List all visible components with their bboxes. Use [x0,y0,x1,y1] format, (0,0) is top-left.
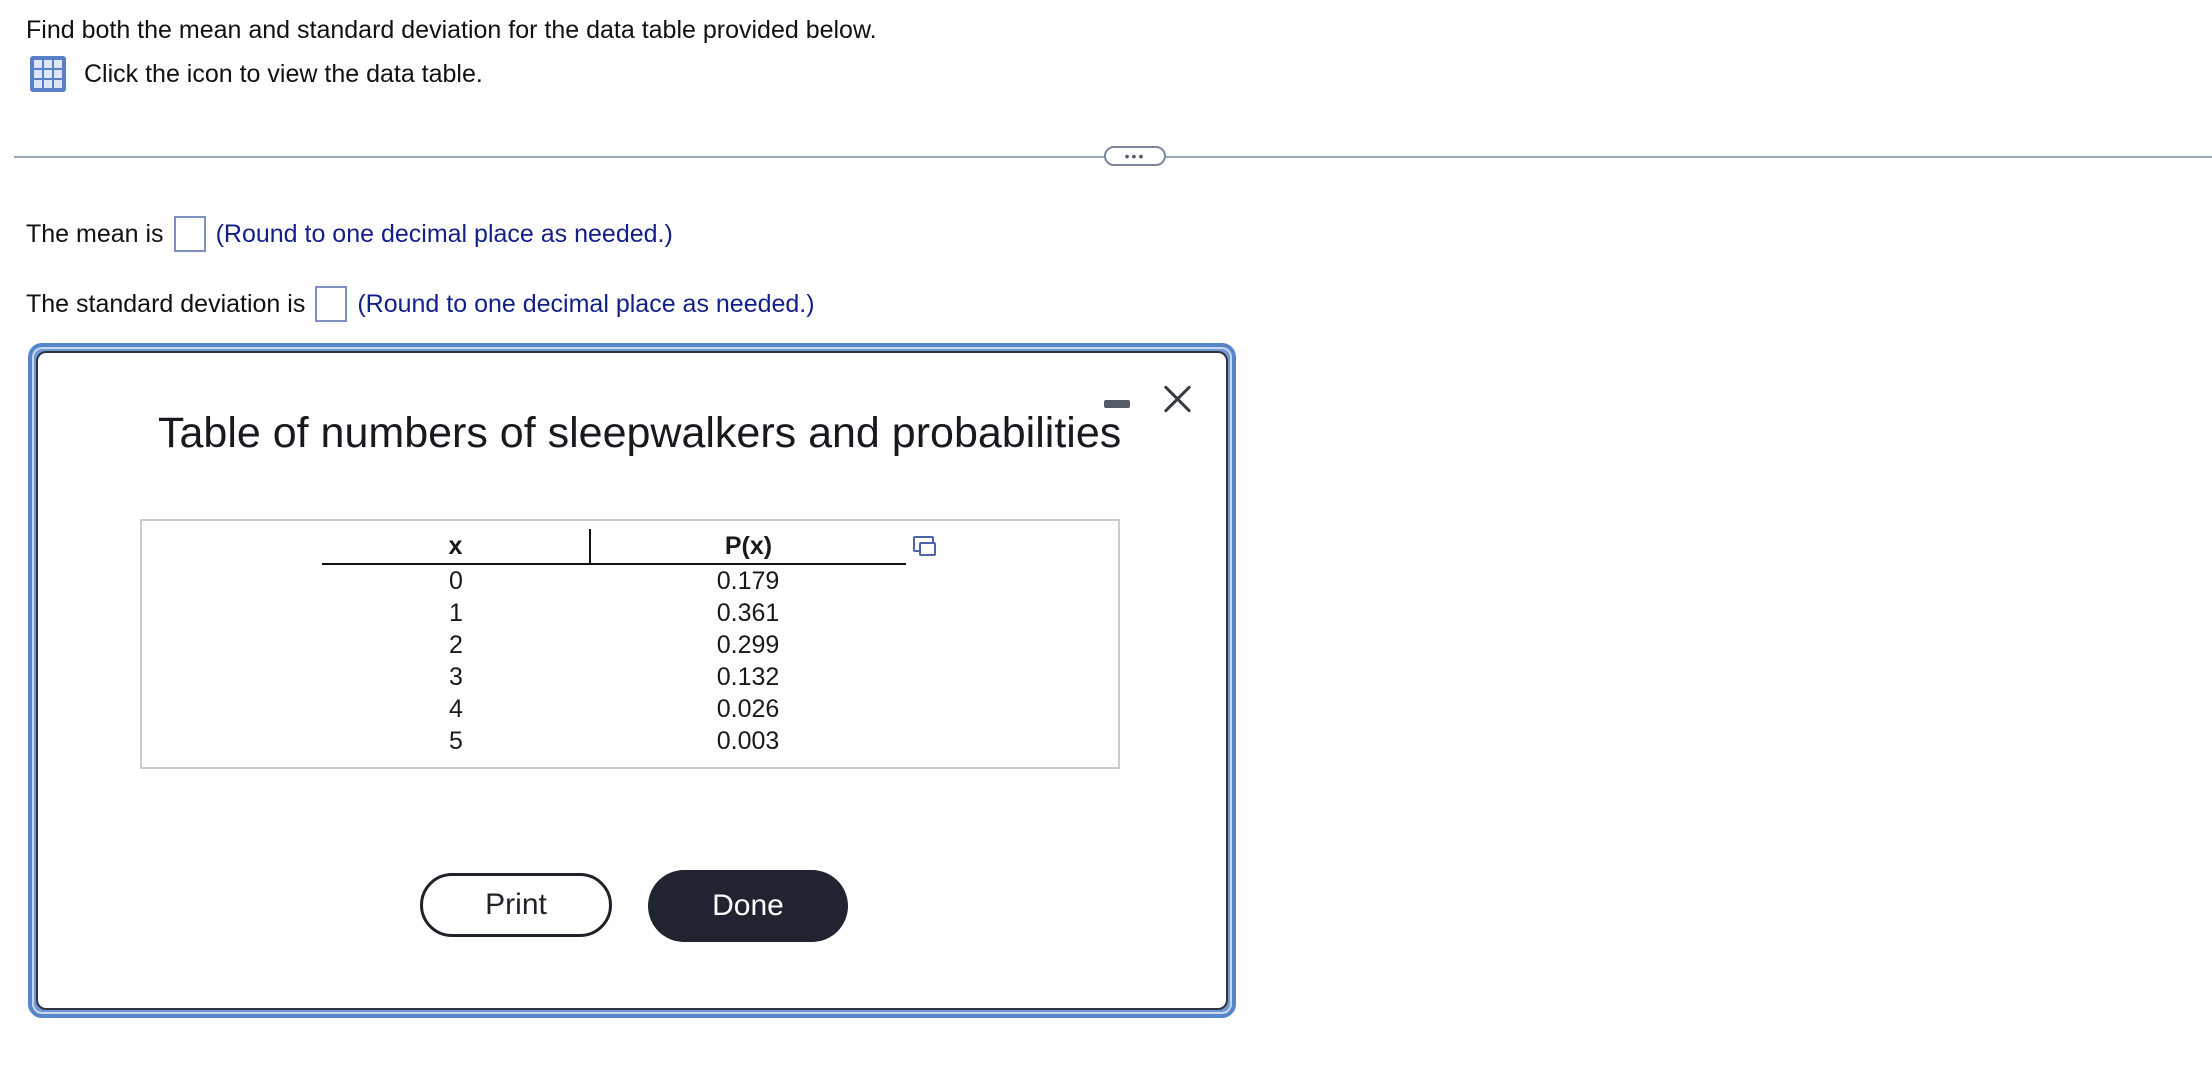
table-row: 3 0.132 [322,661,906,693]
mean-label: The mean is [26,219,164,248]
x-value-cell: 2 [449,630,463,659]
view-data-table-link[interactable]: Click the icon to view the data table. [30,56,483,92]
data-table-link-label: Click the icon to view the data table. [84,59,483,88]
table-row: 5 0.003 [322,725,906,757]
probability-value-cell: 0.179 [716,566,780,595]
print-button[interactable]: Print [420,873,612,937]
question-prompt: Find both the mean and standard deviatio… [26,16,877,44]
probability-value-cell: 0.026 [716,694,780,723]
table-row: 4 0.026 [322,693,906,725]
mean-rounding-hint: (Round to one decimal place as needed.) [215,219,673,248]
table-header-row: x P(x) [322,529,906,565]
standard-deviation-answer-input[interactable] [315,286,348,322]
data-table-panel: x P(x) 0 0.179 1 0.361 2 0.299 3 0.132 4… [140,519,1120,769]
data-table-dialog: Table of numbers of sleepwalkers and pro… [36,351,1228,1010]
table-icon[interactable] [30,56,66,92]
standard-deviation-rounding-hint: (Round to one decimal place as needed.) [357,289,815,318]
minimize-icon[interactable] [1104,400,1130,408]
mean-answer-input[interactable] [173,216,206,252]
x-value-cell: 3 [449,662,463,691]
standard-deviation-label: The standard deviation is [26,289,306,318]
table-header-x: x [322,529,591,565]
x-value-cell: 4 [449,694,463,723]
table-row: 2 0.299 [322,629,906,661]
copy-icon[interactable] [912,535,936,556]
more-options-button[interactable]: ••• [1104,146,1166,166]
sleepwalkers-probability-table: x P(x) 0 0.179 1 0.361 2 0.299 3 0.132 4… [322,529,906,757]
probability-value-cell: 0.361 [716,598,780,627]
probability-value-cell: 0.299 [716,630,780,659]
dialog-title: Table of numbers of sleepwalkers and pro… [158,409,1122,457]
table-row: 0 0.179 [322,564,906,597]
probability-value-cell: 0.132 [716,662,780,691]
close-icon[interactable] [1160,381,1196,417]
done-button[interactable]: Done [648,870,848,942]
x-value-cell: 1 [449,598,463,627]
table-row: 1 0.361 [322,597,906,629]
mean-answer-row: The mean is (Round to one decimal place … [26,216,673,252]
x-value-cell: 5 [449,726,463,755]
x-value-cell: 0 [449,566,463,595]
probability-value-cell: 0.003 [716,726,780,755]
table-header-probability: P(x) [590,529,906,565]
standard-deviation-answer-row: The standard deviation is (Round to one … [26,286,815,322]
